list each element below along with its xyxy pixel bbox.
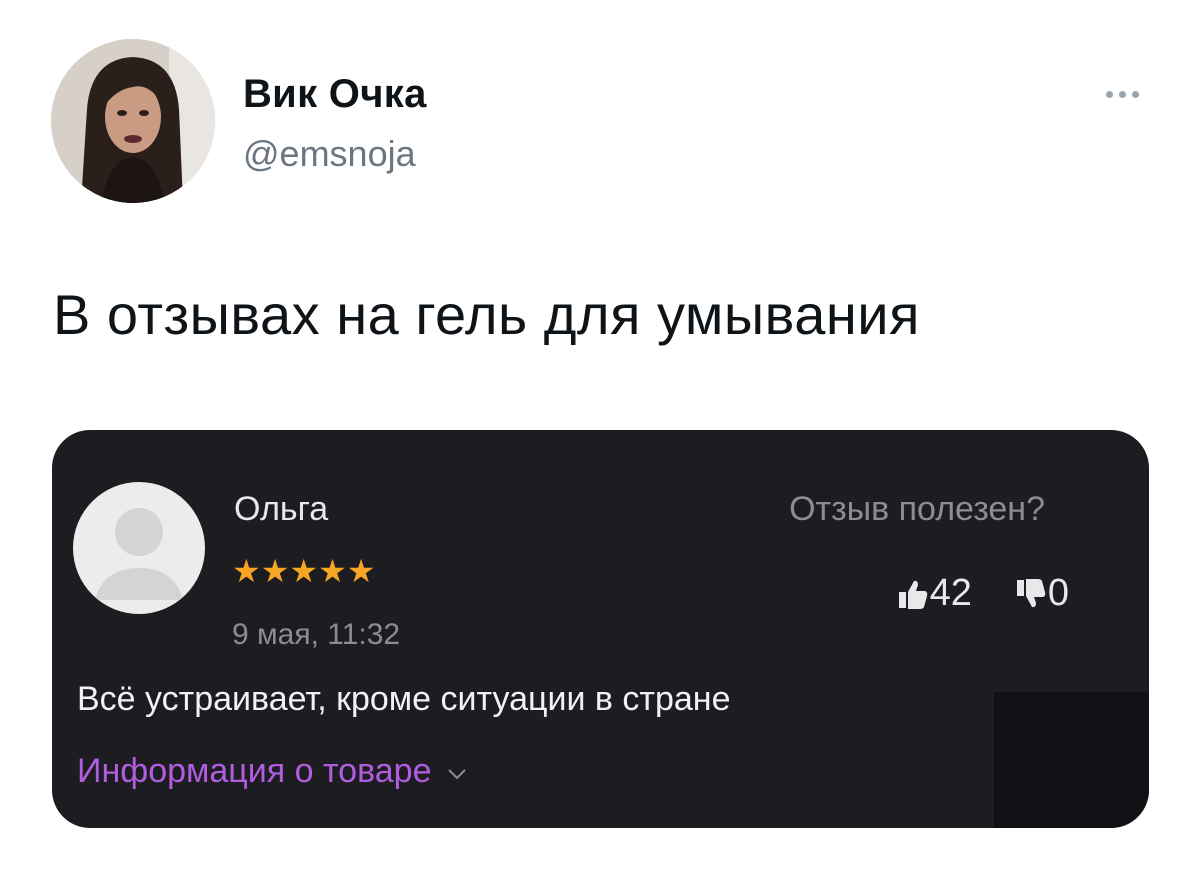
review-card: Ольга ★★★★★ 9 мая, 11:32 Отзыв полезен? … bbox=[52, 430, 1149, 828]
vote-row: 42 0 bbox=[898, 572, 1069, 615]
review-date: 9 мая, 11:32 bbox=[232, 618, 401, 651]
product-info-label: Информация о товаре bbox=[77, 752, 432, 790]
product-info-link[interactable]: Информация о товаре bbox=[77, 752, 467, 791]
thumbs-down-icon bbox=[1016, 578, 1046, 607]
reviewer-name: Ольга bbox=[234, 490, 329, 528]
author-display-name[interactable]: Вик Очка bbox=[243, 72, 427, 117]
chevron-down-icon bbox=[448, 768, 467, 779]
like-button[interactable]: 42 bbox=[898, 572, 972, 615]
like-count: 42 bbox=[929, 572, 972, 614]
thumbs-up-icon bbox=[898, 580, 927, 609]
author-handle[interactable]: @emsnoja bbox=[243, 133, 416, 175]
review-text: Всё устраивает, кроме ситуации в стране bbox=[77, 680, 731, 718]
reviewer-avatar bbox=[73, 482, 205, 614]
author-avatar[interactable] bbox=[51, 39, 215, 203]
dislike-count: 0 bbox=[1047, 572, 1069, 614]
tweet-text: В отзывах на гель для умывания bbox=[53, 283, 920, 346]
helpful-question: Отзыв полезен? bbox=[789, 490, 1045, 528]
rating-stars: ★★★★★ bbox=[232, 553, 376, 589]
dislike-button[interactable]: 0 bbox=[1016, 572, 1069, 615]
more-horizontal-icon bbox=[1105, 90, 1113, 98]
user-placeholder-icon bbox=[95, 508, 183, 600]
more-options-button[interactable] bbox=[1094, 82, 1150, 106]
